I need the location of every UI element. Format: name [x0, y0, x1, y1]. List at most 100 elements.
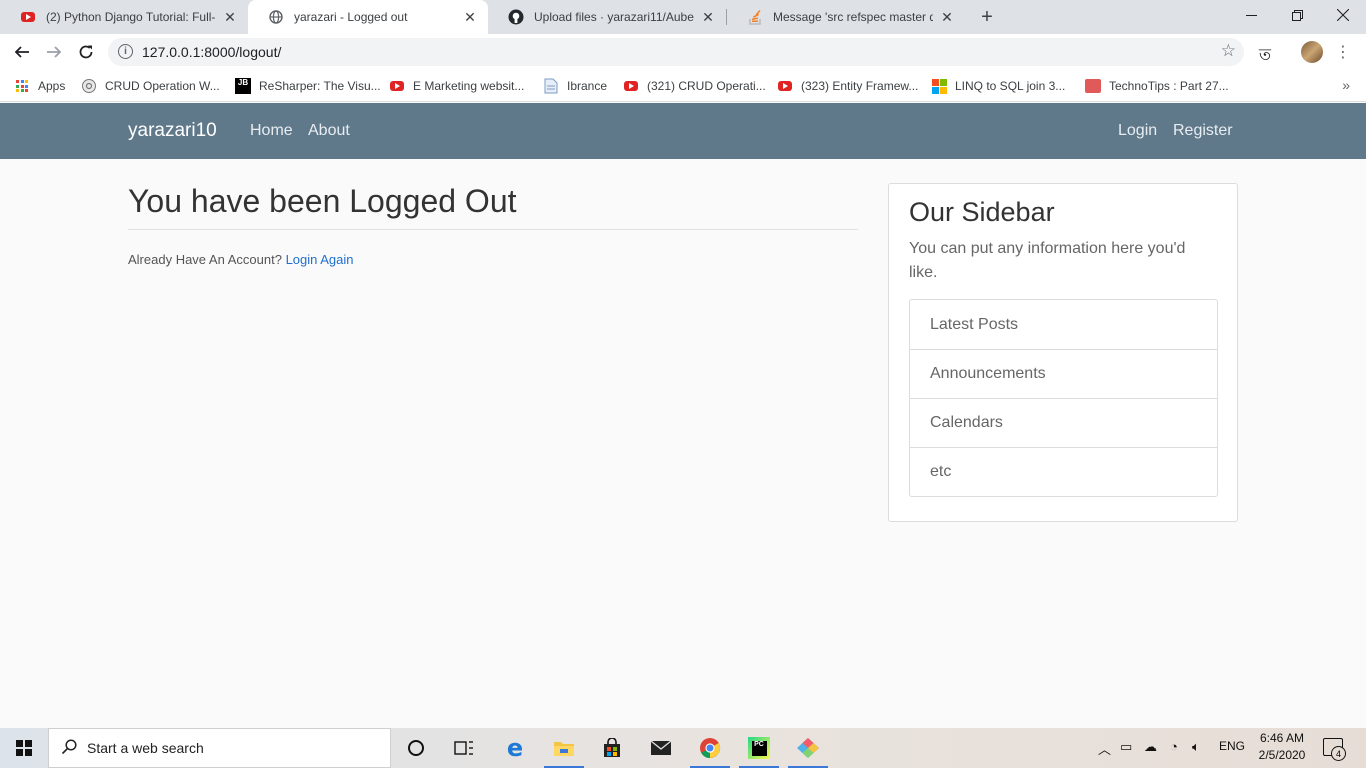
bookmark-label: LINQ to SQL join 3... — [955, 79, 1066, 93]
close-icon[interactable]: ✕ — [462, 9, 478, 25]
tab-title: (2) Python Django Tutorial: Full-F — [46, 10, 216, 24]
login-prompt: Already Have An Account? Login Again — [128, 252, 354, 267]
site-brand[interactable]: yarazari10 — [128, 120, 217, 142]
taskbar-file-explorer[interactable] — [540, 728, 588, 768]
bookmark-label: E Marketing websit... — [413, 79, 525, 93]
pycharm-icon: PC — [748, 737, 770, 759]
clock-date: 2/5/2020 — [1258, 748, 1306, 762]
login-prompt-text: Already Have An Account? — [128, 252, 282, 267]
settings-icon — [81, 78, 97, 94]
forward-button[interactable] — [40, 38, 68, 66]
nav-home-link[interactable]: Home — [250, 122, 293, 140]
sidebar-card: Our Sidebar You can put any information … — [888, 183, 1238, 522]
bookmark-technotips[interactable]: TechnoTips : Part 27... — [1085, 76, 1229, 96]
more-menu-icon[interactable]: ⋮ — [1335, 42, 1351, 62]
browser-tab-logged-out[interactable]: yarazari - Logged out ✕ — [248, 0, 488, 34]
git-app-icon — [797, 738, 819, 758]
youtube-icon — [20, 9, 36, 25]
browser-tab-strip: (2) Python Django Tutorial: Full-F ✕ yar… — [0, 0, 1366, 34]
bookmark-label: (321) CRUD Operati... — [647, 79, 766, 93]
windows-icon — [16, 740, 32, 756]
bookmark-apps[interactable]: Apps — [14, 76, 65, 96]
bookmark-star-icon[interactable]: ☆ — [1221, 41, 1236, 61]
back-button[interactable] — [8, 38, 36, 66]
bookmark-linq-sql[interactable]: LINQ to SQL join 3... — [931, 76, 1065, 96]
bookmark-crud-operation[interactable]: CRUD Operation W... — [81, 76, 220, 96]
bookmark-label: Ibrance — [567, 79, 608, 93]
bookmark-entity-framework[interactable]: (323) Entity Framew... — [777, 76, 918, 96]
globe-icon — [268, 9, 284, 25]
browser-tab-django-tutorial[interactable]: (2) Python Django Tutorial: Full-F ✕ — [0, 0, 248, 34]
task-view-icon — [454, 741, 473, 755]
new-tab-button[interactable]: + — [975, 5, 999, 29]
minimize-icon — [1245, 14, 1257, 16]
taskbar-clock[interactable]: 6:46 AM 2/5/2020 — [1252, 730, 1312, 764]
wifi-icon[interactable]: ◔ — [1170, 739, 1178, 754]
taskbar-edge[interactable]: e — [491, 728, 539, 768]
close-icon[interactable]: ✕ — [222, 9, 238, 25]
start-button[interactable] — [0, 728, 48, 768]
taskbar-store[interactable] — [588, 728, 636, 768]
arrow-left-icon — [14, 46, 29, 58]
volume-icon[interactable]: 🔈︎ — [1192, 739, 1200, 755]
sidebar-item-calendars[interactable]: Calendars — [910, 398, 1217, 447]
bookmark-e-marketing[interactable]: E Marketing websit... — [389, 76, 524, 96]
nav-register-link[interactable]: Register — [1173, 122, 1233, 140]
sidebar-item-announcements[interactable]: Announcements — [910, 349, 1217, 398]
taskbar-pycharm[interactable]: PC — [735, 728, 783, 768]
window-close-button[interactable] — [1320, 0, 1366, 30]
browser-tab-message-src-refspec[interactable]: Message 'src refspec master doe ✕ — [727, 0, 965, 34]
cortana-icon — [408, 740, 424, 756]
page-title: You have been Logged Out — [128, 183, 517, 219]
bookmark-label: (323) Entity Framew... — [801, 79, 919, 93]
bookmark-crud-321[interactable]: (321) CRUD Operati... — [623, 76, 766, 96]
microsoft-icon — [931, 78, 947, 94]
nav-about-link[interactable]: About — [308, 122, 350, 140]
taskbar-search-box[interactable]: Start a web search — [48, 728, 391, 768]
bookmark-label: TechnoTips : Part 27... — [1109, 79, 1229, 93]
battery-icon[interactable]: ▭ — [1120, 739, 1132, 755]
document-icon — [543, 78, 559, 94]
chevron-double-right-icon[interactable]: » — [1342, 77, 1350, 93]
mail-icon — [650, 740, 672, 755]
restore-button[interactable] — [1274, 0, 1320, 30]
cortana-button[interactable] — [392, 728, 440, 768]
cloud-icon[interactable]: ☁ — [1144, 739, 1157, 755]
sidebar-item-etc[interactable]: etc — [910, 447, 1217, 496]
info-icon[interactable]: i — [118, 44, 133, 59]
restore-icon — [1291, 9, 1303, 21]
browser-tab-upload-files[interactable]: Upload files · yarazari11/Aubergi ✕ — [488, 0, 726, 34]
profile-avatar[interactable] — [1301, 41, 1323, 63]
language-indicator[interactable]: ENG — [1219, 739, 1245, 753]
bookmark-label: Apps — [38, 79, 66, 93]
windows-taskbar: Start a web search e PC ︿ ▭ ☁ ◔ 🔈︎ ENG 6… — [0, 728, 1366, 768]
sidebar-list: Latest Posts Announcements Calendars etc — [909, 299, 1218, 497]
close-icon[interactable]: ✕ — [939, 9, 955, 25]
sidebar-title: Our Sidebar — [909, 197, 1055, 227]
chevron-up-icon[interactable]: ︿ — [1098, 739, 1111, 758]
search-icon — [61, 739, 77, 760]
reload-icon — [79, 45, 93, 59]
minimize-button[interactable] — [1228, 0, 1274, 30]
taskbar-chrome[interactable] — [686, 728, 734, 768]
taskbar-gitkraken[interactable] — [784, 728, 832, 768]
site-navbar: yarazari10 Home About Login Register — [0, 103, 1366, 159]
bookmark-resharper[interactable]: JB ReSharper: The Visu... — [235, 76, 381, 96]
address-bar[interactable]: i 127.0.0.1:8000/logout/ ☆ — [108, 38, 1244, 66]
tab-title: Upload files · yarazari11/Aubergi — [534, 10, 694, 24]
close-icon[interactable]: ✕ — [700, 9, 716, 25]
nav-login-link[interactable]: Login — [1118, 122, 1157, 140]
sidebar-item-latest-posts[interactable]: Latest Posts — [910, 300, 1217, 349]
folder-icon — [554, 742, 574, 756]
arrow-right-icon — [47, 46, 62, 58]
youtube-icon — [623, 78, 639, 94]
extension-icon[interactable]: ত — [1259, 42, 1271, 69]
clock-time: 6:46 AM — [1259, 731, 1305, 745]
search-placeholder: Start a web search — [87, 740, 204, 756]
task-view-button[interactable] — [440, 728, 488, 768]
login-again-link[interactable]: Login Again — [286, 252, 354, 267]
youtube-icon — [389, 78, 405, 94]
reload-button[interactable] — [72, 38, 100, 66]
taskbar-mail[interactable] — [637, 728, 685, 768]
bookmark-ibrance[interactable]: Ibrance — [543, 76, 607, 96]
